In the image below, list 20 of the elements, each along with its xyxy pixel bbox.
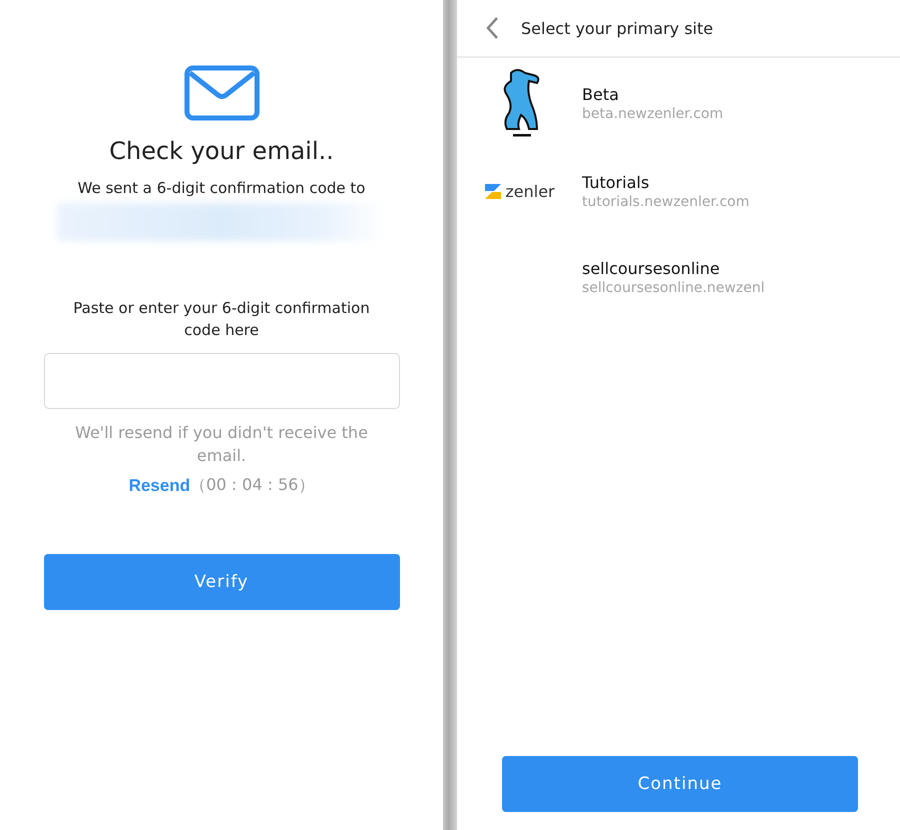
site-url: sellcoursesonline.newzenl bbox=[582, 280, 765, 296]
site-name: Beta bbox=[582, 84, 620, 104]
site-item[interactable]: Beta beta.newzenler.com bbox=[457, 58, 900, 148]
site-name: sellcoursesonline bbox=[582, 258, 721, 278]
code-input-field[interactable] bbox=[44, 353, 400, 409]
site-url: tutorials.newzenler.com bbox=[582, 194, 750, 210]
site-url: beta.newzenler.com bbox=[582, 106, 724, 122]
countdown-timer: （00 : 04 : 56） bbox=[190, 475, 314, 496]
site-item[interactable]: zenler Tutorials tutorials.newzenler.com bbox=[457, 148, 900, 234]
header-title: Select your primary site bbox=[521, 18, 714, 38]
site-name: Tutorials bbox=[582, 172, 650, 192]
resend-hint: We'll resend if you didn't receive the email. bbox=[74, 422, 369, 467]
site-item[interactable]: sellcoursesonline sellcoursesonline.newzenl bbox=[457, 234, 900, 320]
prompt-text: Paste or enter your 6-digit confirmation code here bbox=[72, 298, 371, 341]
z-mark-icon bbox=[484, 182, 502, 200]
email-icon bbox=[184, 65, 260, 121]
back-icon[interactable] bbox=[485, 16, 499, 40]
sent-text: We sent a 6-digit confirmation code to bbox=[78, 179, 366, 197]
logo-text: zenler bbox=[505, 182, 555, 200]
screen-title: Check your email.. bbox=[109, 137, 334, 165]
